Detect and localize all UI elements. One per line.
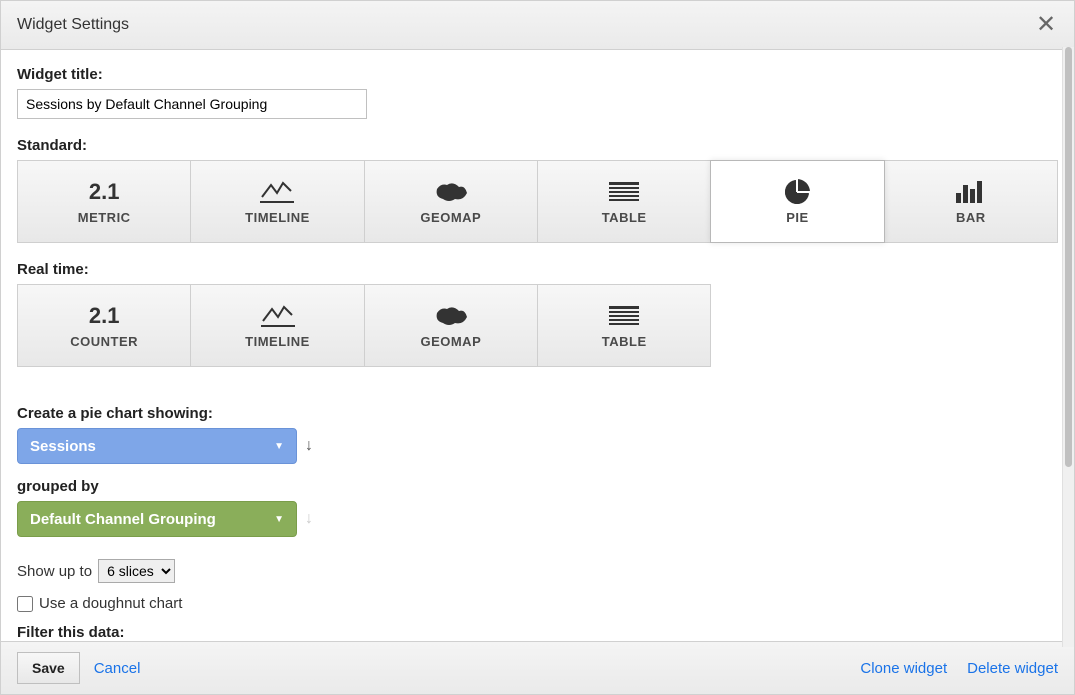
metric-dropdown[interactable]: Sessions ▼ — [17, 428, 297, 464]
cancel-link[interactable]: Cancel — [94, 660, 141, 677]
type-card-rt-table[interactable]: TABLE — [537, 284, 711, 367]
type-card-table[interactable]: TABLE — [537, 160, 711, 243]
doughnut-label: Use a doughnut chart — [39, 595, 182, 612]
pie-icon — [784, 178, 810, 206]
save-button[interactable]: Save — [17, 652, 80, 684]
widget-title-input[interactable] — [17, 89, 367, 119]
dialog-footer: Save Cancel Clone widget Delete widget — [1, 641, 1074, 694]
geomap-icon — [431, 302, 471, 330]
standard-type-grid: 2.1 METRIC TIMELINE — [17, 160, 1058, 243]
timeline-icon — [257, 178, 297, 206]
type-card-label: PIE — [786, 210, 808, 225]
type-card-label: TABLE — [602, 334, 647, 349]
slices-select[interactable]: 6 slices — [98, 559, 175, 583]
close-icon: ✕ — [1036, 11, 1056, 38]
chevron-down-icon: ▼ — [274, 514, 284, 525]
arrow-down-icon: ↓ — [305, 510, 313, 528]
type-card-label: GEOMAP — [420, 334, 481, 349]
metric-icon: 2.1 — [89, 178, 120, 206]
type-card-label: METRIC — [78, 210, 131, 225]
widget-settings-dialog: Widget Settings ✕ Widget title: Standard… — [0, 0, 1075, 695]
type-card-metric[interactable]: 2.1 METRIC — [17, 160, 191, 243]
table-icon — [609, 302, 639, 330]
filter-label: Filter this data: — [17, 624, 1058, 641]
type-card-label: TIMELINE — [245, 210, 310, 225]
type-card-rt-counter[interactable]: 2.1 COUNTER — [17, 284, 191, 367]
dialog-titlebar: Widget Settings ✕ — [1, 1, 1074, 50]
chevron-down-icon: ▼ — [274, 441, 284, 452]
counter-icon: 2.1 — [89, 302, 120, 330]
type-card-label: GEOMAP — [420, 210, 481, 225]
dimension-value: Default Channel Grouping — [30, 511, 216, 528]
type-card-pie[interactable]: PIE — [710, 160, 884, 243]
type-card-rt-geomap[interactable]: GEOMAP — [364, 284, 538, 367]
type-card-label: TIMELINE — [245, 334, 310, 349]
geomap-icon — [431, 178, 471, 206]
type-card-label: COUNTER — [70, 334, 138, 349]
dimension-dropdown[interactable]: Default Channel Grouping ▼ — [17, 501, 297, 537]
clone-widget-link[interactable]: Clone widget — [860, 660, 947, 677]
widget-title-label: Widget title: — [17, 66, 1058, 83]
realtime-type-grid: 2.1 COUNTER TIMELINE — [17, 284, 711, 367]
delete-widget-link[interactable]: Delete widget — [967, 660, 1058, 677]
scrollbar-thumb[interactable] — [1065, 47, 1072, 467]
type-card-bar[interactable]: BAR — [884, 160, 1058, 243]
realtime-label: Real time: — [17, 261, 1058, 278]
table-icon — [609, 178, 639, 206]
dialog-title: Widget Settings — [17, 16, 129, 34]
type-card-rt-timeline[interactable]: TIMELINE — [190, 284, 364, 367]
doughnut-checkbox[interactable] — [17, 596, 33, 612]
vertical-scrollbar[interactable] — [1062, 47, 1074, 647]
bar-icon — [956, 178, 986, 206]
type-card-label: BAR — [956, 210, 986, 225]
dialog-content: Widget title: Standard: 2.1 METRIC TIMEL… — [1, 50, 1074, 641]
show-up-to-label: Show up to — [17, 563, 92, 580]
type-card-label: TABLE — [602, 210, 647, 225]
create-pie-label: Create a pie chart showing: — [17, 405, 1058, 422]
metric-value: Sessions — [30, 438, 96, 455]
grouped-by-label: grouped by — [17, 478, 1058, 495]
close-button[interactable]: ✕ — [1034, 13, 1058, 37]
standard-label: Standard: — [17, 137, 1058, 154]
type-card-geomap[interactable]: GEOMAP — [364, 160, 538, 243]
arrow-down-icon: ↓ — [305, 437, 313, 455]
type-card-timeline[interactable]: TIMELINE — [190, 160, 364, 243]
timeline-icon — [258, 302, 298, 330]
